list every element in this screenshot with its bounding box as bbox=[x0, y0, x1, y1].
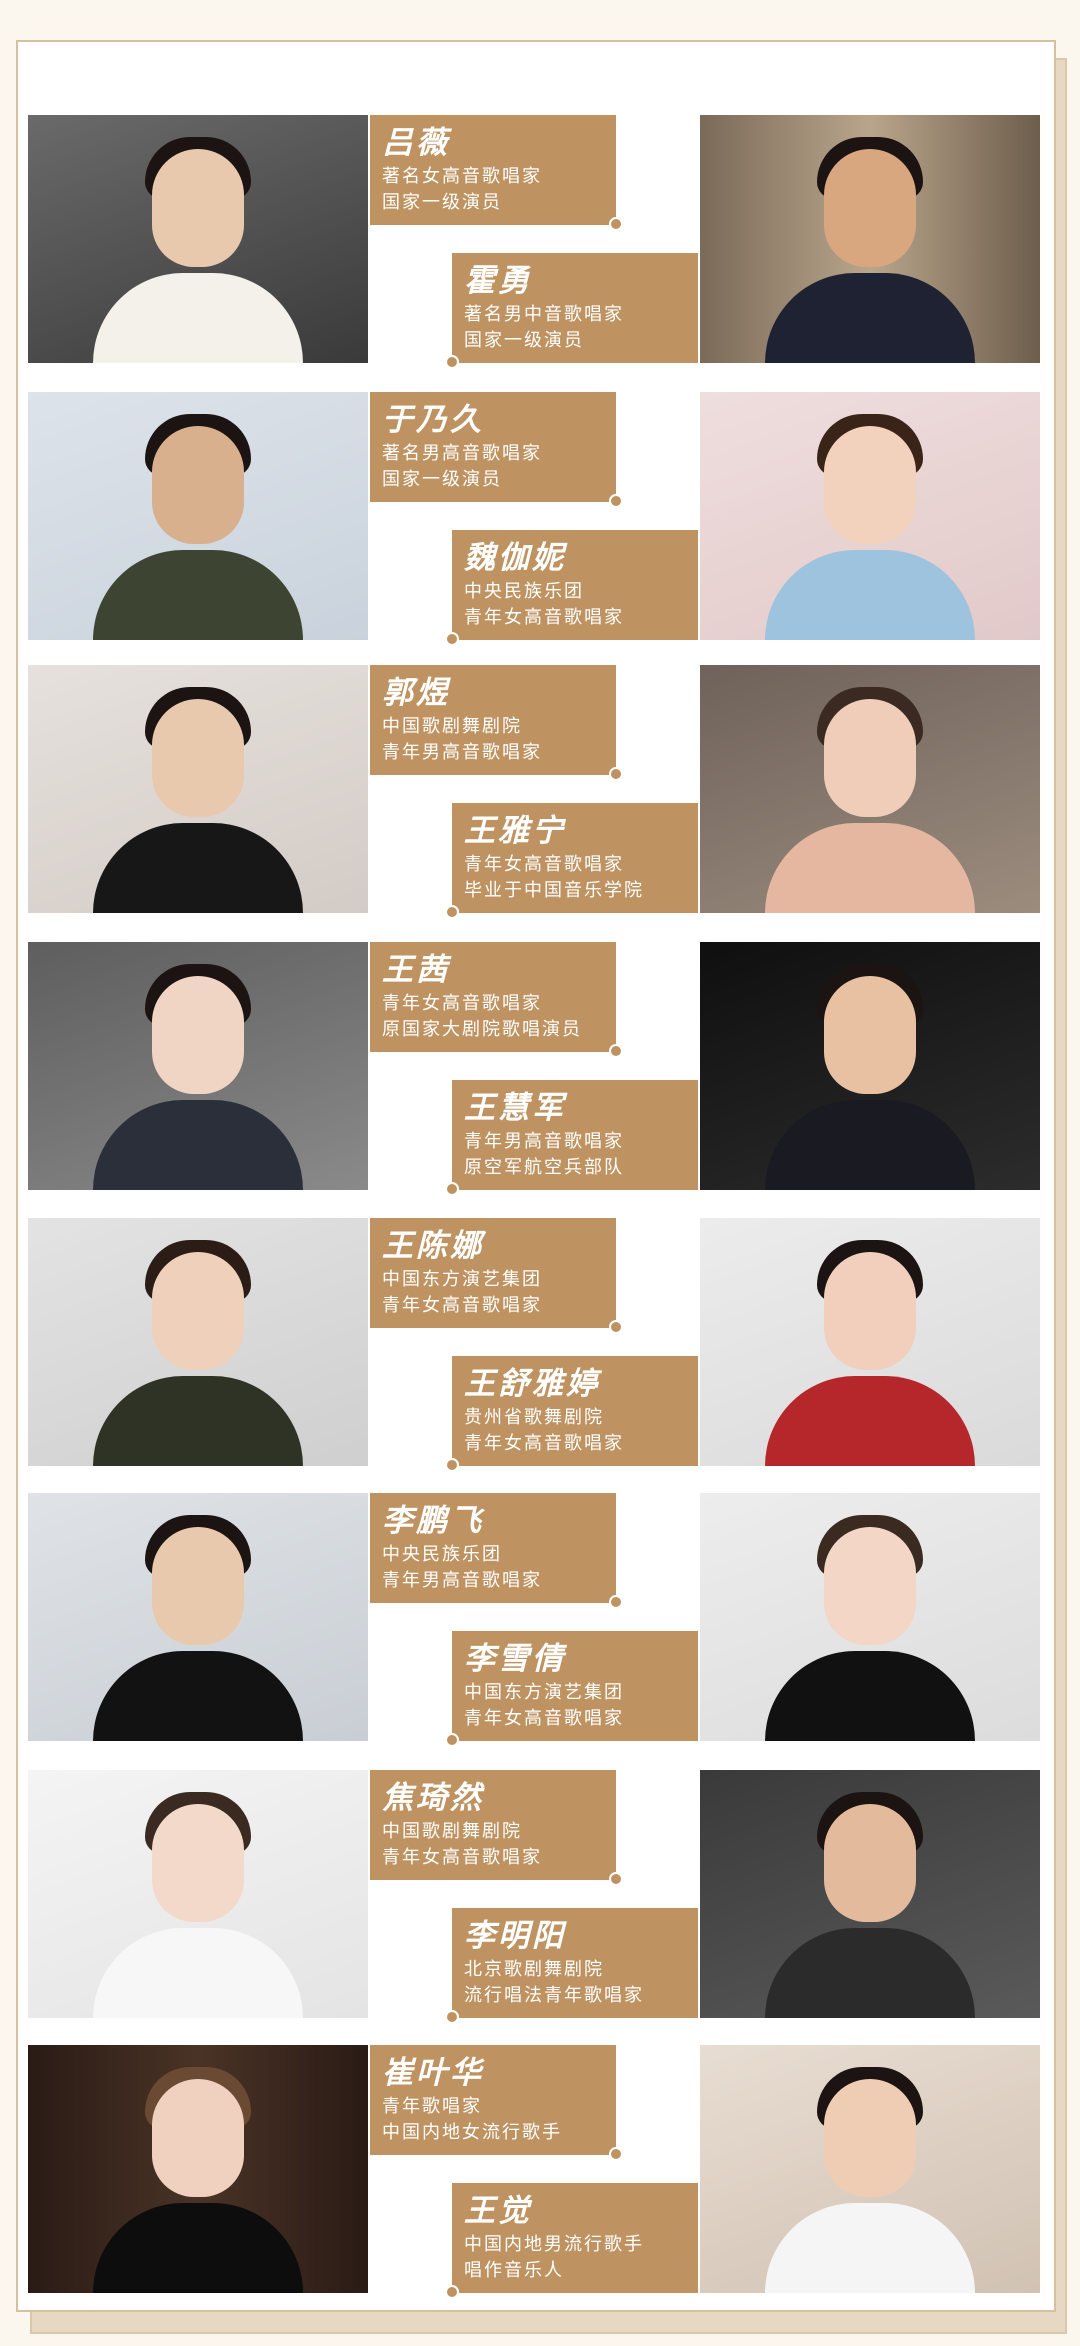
performer-desc: 青年女高音歌唱家 bbox=[382, 1847, 542, 1867]
performer-label: 李明阳 北京歌剧舞剧院 流行唱法青年歌唱家 bbox=[445, 1908, 698, 2024]
performer-desc: 青年女高音歌唱家 bbox=[464, 1708, 624, 1728]
performer-desc: 中央民族乐团 bbox=[464, 581, 584, 601]
performer-desc: 青年女高音歌唱家 bbox=[464, 1433, 624, 1453]
performer-name: 王慧军 bbox=[464, 1090, 566, 1125]
performer-row: 郭煜 中国歌剧舞剧院 青年男高音歌唱家 王雅宁 青年女高音歌唱家 毕业于中国音乐… bbox=[0, 665, 1080, 919]
performer-desc: 著名男中音歌唱家 bbox=[464, 304, 624, 324]
performer-photo bbox=[700, 1218, 1040, 1466]
performer-label: 魏伽妮 中央民族乐团 青年女高音歌唱家 bbox=[445, 530, 698, 646]
performer-photo bbox=[28, 665, 368, 913]
performer-row: 焦琦然 中国歌剧舞剧院 青年女高音歌唱家 李明阳 北京歌剧舞剧院 流行唱法青年歌… bbox=[0, 1770, 1080, 2024]
performer-desc: 青年男高音歌唱家 bbox=[382, 742, 542, 762]
performer-name: 郭煜 bbox=[382, 675, 450, 710]
performer-desc: 国家一级演员 bbox=[382, 192, 502, 212]
performer-name: 霍勇 bbox=[464, 263, 532, 298]
performer-label: 崔叶华 青年歌唱家 中国内地女流行歌手 bbox=[370, 2045, 623, 2161]
performer-photo bbox=[28, 1218, 368, 1466]
performer-name: 王陈娜 bbox=[382, 1228, 484, 1263]
performer-photo bbox=[700, 1770, 1040, 2018]
performer-desc: 中国内地女流行歌手 bbox=[382, 2122, 562, 2142]
performer-photo bbox=[28, 1770, 368, 2018]
performer-name: 吕薇 bbox=[382, 125, 450, 160]
performer-name: 王雅宁 bbox=[464, 813, 566, 848]
performer-photo bbox=[28, 392, 368, 640]
performer-name: 于乃久 bbox=[382, 402, 484, 437]
performer-row: 吕薇 著名女高音歌唱家 国家一级演员 霍勇 著名男中音歌唱家 国家一级演员 bbox=[0, 115, 1080, 369]
performer-desc: 青年女高音歌唱家 bbox=[464, 854, 624, 874]
performer-label: 李鹏飞 中央民族乐团 青年男高音歌唱家 bbox=[370, 1493, 623, 1609]
performer-label: 郭煜 中国歌剧舞剧院 青年男高音歌唱家 bbox=[370, 665, 623, 781]
performer-desc: 著名男高音歌唱家 bbox=[382, 443, 542, 463]
performer-row: 崔叶华 青年歌唱家 中国内地女流行歌手 王觉 中国内地男流行歌手 唱作音乐人 bbox=[0, 2045, 1080, 2299]
performer-name: 王舒雅婷 bbox=[464, 1366, 600, 1401]
performer-photo bbox=[700, 942, 1040, 1190]
performer-photo bbox=[700, 115, 1040, 363]
performer-desc: 青年女高音歌唱家 bbox=[382, 1295, 542, 1315]
performer-label: 焦琦然 中国歌剧舞剧院 青年女高音歌唱家 bbox=[370, 1770, 623, 1886]
performer-label: 王陈娜 中国东方演艺集团 青年女高音歌唱家 bbox=[370, 1218, 623, 1334]
performer-label: 吕薇 著名女高音歌唱家 国家一级演员 bbox=[370, 115, 623, 231]
performer-name: 李雪倩 bbox=[464, 1641, 566, 1676]
performer-photo bbox=[28, 2045, 368, 2293]
performer-photo bbox=[28, 942, 368, 1190]
performer-name: 王觉 bbox=[464, 2193, 532, 2228]
performer-desc: 流行唱法青年歌唱家 bbox=[464, 1985, 644, 2005]
performer-row: 李鹏飞 中央民族乐团 青年男高音歌唱家 李雪倩 中国东方演艺集团 青年女高音歌唱… bbox=[0, 1493, 1080, 1747]
performer-desc: 中国东方演艺集团 bbox=[382, 1269, 542, 1289]
performer-desc: 国家一级演员 bbox=[464, 330, 584, 350]
performer-desc: 中国东方演艺集团 bbox=[464, 1682, 624, 1702]
performer-desc: 唱作音乐人 bbox=[464, 2260, 564, 2280]
performer-row: 于乃久 著名男高音歌唱家 国家一级演员 魏伽妮 中央民族乐团 青年女高音歌唱家 bbox=[0, 392, 1080, 646]
performer-name: 焦琦然 bbox=[382, 1780, 484, 1815]
performer-name: 王茜 bbox=[382, 952, 450, 987]
performer-photo bbox=[700, 392, 1040, 640]
performer-row: 王茜 青年女高音歌唱家 原国家大剧院歌唱演员 王慧军 青年男高音歌唱家 原空军航… bbox=[0, 942, 1080, 1196]
performer-desc: 青年女高音歌唱家 bbox=[382, 993, 542, 1013]
performer-name: 崔叶华 bbox=[382, 2055, 484, 2090]
performer-label: 王雅宁 青年女高音歌唱家 毕业于中国音乐学院 bbox=[445, 803, 698, 919]
performer-label: 王慧军 青年男高音歌唱家 原空军航空兵部队 bbox=[445, 1080, 698, 1196]
performer-desc: 中国内地男流行歌手 bbox=[464, 2234, 644, 2254]
performer-desc: 青年女高音歌唱家 bbox=[464, 607, 624, 627]
performer-desc: 毕业于中国音乐学院 bbox=[464, 880, 644, 900]
performer-label: 李雪倩 中国东方演艺集团 青年女高音歌唱家 bbox=[445, 1631, 698, 1747]
performer-label: 王茜 青年女高音歌唱家 原国家大剧院歌唱演员 bbox=[370, 942, 623, 1058]
performer-desc: 中国歌剧舞剧院 bbox=[382, 716, 522, 736]
performer-photo bbox=[700, 665, 1040, 913]
performer-photo bbox=[28, 1493, 368, 1741]
performer-name: 李鹏飞 bbox=[382, 1503, 484, 1538]
performer-desc: 国家一级演员 bbox=[382, 469, 502, 489]
performer-name: 魏伽妮 bbox=[464, 540, 566, 575]
performer-desc: 北京歌剧舞剧院 bbox=[464, 1959, 604, 1979]
performer-label: 霍勇 著名男中音歌唱家 国家一级演员 bbox=[445, 253, 698, 369]
performer-desc: 著名女高音歌唱家 bbox=[382, 166, 542, 186]
performer-label: 王觉 中国内地男流行歌手 唱作音乐人 bbox=[445, 2183, 698, 2299]
performer-name: 李明阳 bbox=[464, 1918, 566, 1953]
performer-label: 于乃久 著名男高音歌唱家 国家一级演员 bbox=[370, 392, 623, 508]
performer-desc: 原空军航空兵部队 bbox=[464, 1157, 624, 1177]
performer-row: 王陈娜 中国东方演艺集团 青年女高音歌唱家 王舒雅婷 贵州省歌舞剧院 青年女高音… bbox=[0, 1218, 1080, 1472]
performer-desc: 原国家大剧院歌唱演员 bbox=[382, 1019, 582, 1039]
performer-desc: 青年歌唱家 bbox=[382, 2096, 482, 2116]
performer-photo bbox=[28, 115, 368, 363]
performer-desc: 贵州省歌舞剧院 bbox=[464, 1407, 604, 1427]
performer-photo bbox=[700, 2045, 1040, 2293]
performer-desc: 中央民族乐团 bbox=[382, 1544, 502, 1564]
performer-desc: 中国歌剧舞剧院 bbox=[382, 1821, 522, 1841]
performer-label: 王舒雅婷 贵州省歌舞剧院 青年女高音歌唱家 bbox=[445, 1356, 698, 1472]
performer-photo bbox=[700, 1493, 1040, 1741]
performer-desc: 青年男高音歌唱家 bbox=[382, 1570, 542, 1590]
performer-desc: 青年男高音歌唱家 bbox=[464, 1131, 624, 1151]
